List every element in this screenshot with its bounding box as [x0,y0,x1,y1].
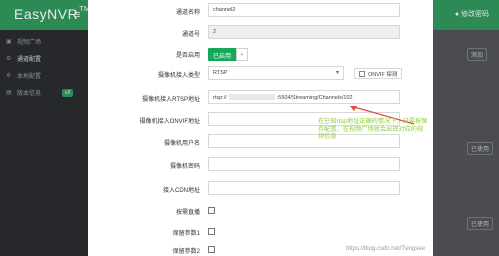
gear-icon: ✲ [6,73,12,79]
cdn-url-row: 接入CDN地址 [88,180,433,200]
enabled-row: 是否启用 已启用 ‹ [88,45,433,65]
password-input[interactable] [208,157,400,171]
cdn-url-input[interactable] [208,181,400,195]
username-label: 摄像机用户名 [163,141,200,147]
enabled-toggle-on: 已启用 [208,48,237,61]
access-type-value: RTSP [213,70,228,76]
cdn-url-label: 接入CDN地址 [163,188,200,194]
play-icon: ▣ [6,39,12,45]
ondemand-checkbox[interactable] [208,207,215,214]
channel-name-label: 通道名称 [175,10,200,16]
onvif-probe-label: ONVIF 探测 [368,71,398,78]
reserve2-checkbox[interactable] [208,246,215,253]
change-password-button[interactable]: ● 修改密码 [455,9,489,19]
password-row: 摄像机密码 [88,156,433,176]
access-type-select[interactable]: RTSP ▾ [208,66,344,80]
channel-name-input[interactable]: channel2 [208,3,400,17]
toggle-knob-icon: ‹ [236,48,249,61]
reserve1-checkbox[interactable] [208,228,215,235]
ondemand-row: 按需直播 [88,202,433,222]
add-channel-button[interactable]: 添加 [467,48,488,61]
access-type-label: 摄像机接入类型 [157,73,200,79]
sidebar-item-label: 视频广场 [17,40,42,46]
sidebar-item-channel-config[interactable]: ⚙ 通道配置 [0,51,88,66]
watermark: https://blog.csdn.net/Tsingsee [345,246,425,252]
info-icon: ▤ [6,90,12,96]
version-badge: v3 [62,89,74,97]
rtsp-url-prefix: rtsp:// [213,95,227,101]
sidebar: ▣ 视频广场 ⚙ 通道配置 ✲ 本地配置 ▤ 版本信息 v3 [0,30,88,256]
channel-list-background: 添加 已使用 已使用 [433,30,499,256]
enabled-toggle[interactable]: 已启用 ‹ [208,48,249,61]
ondemand-label: 按需直播 [175,210,200,216]
channel-no-row: 通道号 2 [88,24,433,44]
rtsp-url-input[interactable]: rtsp:// :5504/Streaming/Channels/102 [208,90,400,104]
password-label: 摄像机密码 [169,164,200,170]
sidebar-item-label: 版本信息 [17,91,42,97]
reserve1-row: 保留参数1 [88,223,433,243]
onvif-probe-checkbox[interactable] [359,70,365,77]
access-type-row: 摄像机接入类型 RTSP ▾ ONVIF 探测 [88,65,433,85]
channel-no-label: 通道号 [181,32,200,38]
onvif-probe-button[interactable]: ONVIF 探测 [354,68,403,79]
onvif-url-label: 摄像机接入ONVIF地址 [139,119,200,125]
sidebar-item-version-info[interactable]: ▤ 版本信息 v3 [0,85,88,100]
sidebar-item-label: 通道配置 [17,57,42,63]
reserve2-label: 保留参数2 [172,249,200,255]
rtsp-url-suffix: :5504/Streaming/Channels/102 [276,95,353,101]
channel-config-modal: 通道名称 channel2 通道号 2 是否启用 已启用 ‹ 摄像机接入类型 R… [88,0,433,256]
chevron-down-icon: ▾ [335,70,339,76]
redacted-ip [228,94,275,100]
settings-icon: ⚙ [6,56,12,62]
channel-no-input[interactable]: 2 [208,25,400,39]
sidebar-item-label: 本地配置 [17,74,42,80]
channel-name-row: 通道名称 channel2 [88,2,433,22]
status-badge: 已使用 [467,217,494,230]
menu-toggle-icon[interactable]: ≡ [74,9,80,21]
reserve1-label: 保留参数1 [172,231,200,237]
status-badge: 已使用 [467,142,494,155]
sidebar-item-local-config[interactable]: ✲ 本地配置 [0,68,88,83]
sidebar-item-video-square[interactable]: ▣ 视频广场 [0,34,88,49]
rtsp-url-label: 摄像机接入RTSP地址 [142,97,200,103]
enabled-label: 是否启用 [175,53,200,59]
annotation-note: 在已知rtsp地址正确的情况下，只要按保存配置，在视频广场就会出现对应的视频信息 [318,118,428,141]
